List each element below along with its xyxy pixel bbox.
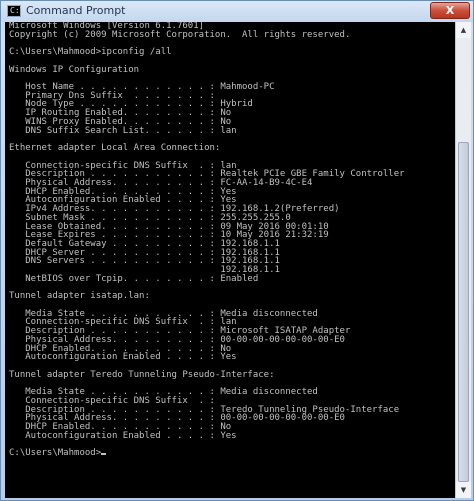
console-line: Tunnel adapter isatap.lan: [9,291,150,302]
console-line: Tunnel adapter Teredo Tunneling Pseudo-I… [9,369,275,380]
title-bar[interactable]: C:\ Command Prompt X [1,1,473,22]
scroll-down-icon[interactable]: ▼ [456,482,471,498]
console-line: Windows IP Configuration [9,64,140,75]
console-line: C:\Users\Mahmood>ipconfig /all [9,47,172,58]
console-text: Microsoft Windows [Version 6.1.7601] Copy… [5,22,455,458]
command-prompt-window: C:\ Command Prompt X Microsoft Windows [… [0,0,474,501]
close-icon: X [445,4,455,17]
text-cursor [101,453,107,456]
console-line: Copyright (c) 2009 Microsoft Corporation… [9,29,351,40]
console-line: DNS Suffix Search List. . . . . . : lan [9,125,237,136]
command-prompt-icon-glyph: C:\ [10,6,25,15]
scroll-up-icon[interactable]: ▲ [456,22,471,38]
scroll-thumb[interactable] [458,142,469,482]
console-line: Autoconfiguration Enabled . . . . : Yes [9,352,237,363]
console-line: C:\Users\Mahmood> [9,449,455,458]
window-title: Command Prompt [26,4,126,17]
command-prompt-icon[interactable]: C:\ [7,5,25,17]
close-button[interactable]: X [430,2,470,19]
vertical-scrollbar[interactable]: ▲ ▼ [455,22,471,498]
console-line: Autoconfiguration Enabled . . . . : Yes [9,430,237,441]
console-output[interactable]: Microsoft Windows [Version 6.1.7601] Copy… [5,22,455,498]
console-line: Ethernet adapter Local Area Connection: [9,143,221,154]
console-line: NetBIOS over Tcpip. . . . . . . . : Enab… [9,273,259,284]
